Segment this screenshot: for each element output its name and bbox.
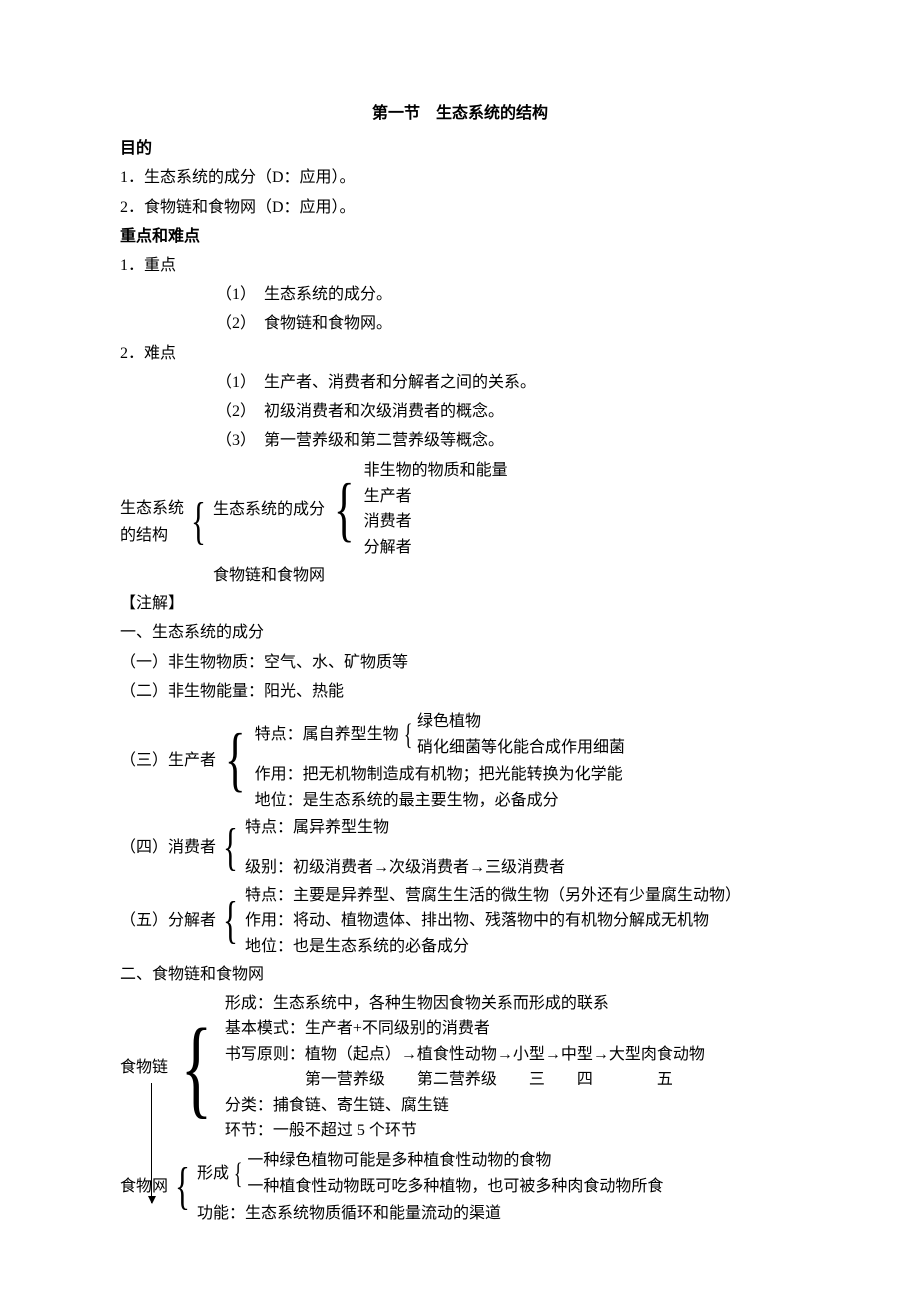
difficult-heading: 2．难点 (120, 340, 800, 367)
food-chain-rule-a: 书写原则：植物（起点）→植食性动物→小型→中型→大型肉食动物 (225, 1042, 705, 1068)
brace-icon: { (174, 1146, 191, 1227)
objective-1: 1．生态系统的成分（D：应用）。 (120, 164, 800, 191)
food-web-form-2: 一种植食性动物既可吃多种植物，也可被多种肉食动物所食 (247, 1174, 663, 1200)
structure-root-1: 生态系统 (120, 495, 184, 522)
brace-icon: { (402, 709, 413, 760)
brace-icon: { (190, 456, 207, 588)
producer-feature: 特点：属自养型生物 (255, 709, 399, 760)
objective-2: 2．食物链和食物网（D：应用）。 (120, 194, 800, 221)
producer-status: 地位：是生态系统的最主要生物，必备成分 (255, 788, 625, 814)
food-chain-types: 分类：捕食链、寄生链、腐生链 (225, 1093, 705, 1119)
brace-icon: { (222, 815, 239, 880)
brace-icon: { (333, 458, 356, 560)
structure-comp-4: 分解者 (364, 535, 508, 561)
structure-branch-2: 食物链和食物网 (213, 563, 508, 589)
structure-branch-1: 生态系统的成分 (213, 458, 325, 560)
brace-icon: { (224, 707, 247, 813)
food-web-form-label: 形成 (197, 1148, 229, 1199)
structure-comp-1: 非生物的物质和能量 (364, 458, 508, 484)
decomposer-label: （五）分解者 (120, 883, 216, 960)
consumer-levels: 级别：初级消费者→次级消费者→三级消费者 (245, 855, 565, 881)
producer-feature-1: 绿色植物 (417, 709, 625, 735)
food-web-function: 功能：生态系统物质循环和能量流动的渠道 (197, 1201, 663, 1227)
decomposer-feature: 特点：主要是异养型、营腐生生活的微生物（另外还有少量腐生动物） (245, 883, 741, 909)
heading-objectives: 目的 (120, 135, 800, 162)
structure-comp-2: 生产者 (364, 484, 508, 510)
difficult-2: （2） 初级消费者和次级消费者的概念。 (120, 398, 800, 425)
brace-icon: { (222, 883, 239, 960)
producer-feature-2: 硝化细菌等化能合成作用细菌 (417, 735, 625, 761)
consumer-block: （四）消费者 { 特点：属异养型生物 级别：初级消费者→次级消费者→三级消费者 (120, 815, 800, 880)
heading-key-difficult: 重点和难点 (120, 223, 800, 250)
key-point-2: （2） 食物链和食物网。 (120, 310, 800, 337)
key-point-1: （1） 生态系统的成分。 (120, 281, 800, 308)
food-chain-label: 食物链 (120, 991, 168, 1145)
difficult-3: （3） 第一营养级和第二营养级等概念。 (120, 427, 800, 454)
arrow-down-icon (151, 1083, 152, 1203)
decomposer-role: 作用：将动、植物遗体、排出物、残落物中的有机物分解成无机物 (245, 908, 741, 934)
consumer-feature: 特点：属异养型生物 (245, 815, 565, 841)
note-1: 一、生态系统的成分 (120, 619, 800, 646)
consumer-label: （四）消费者 (120, 815, 216, 880)
decomposer-status: 地位：也是生态系统的必备成分 (245, 934, 741, 960)
structure-diagram: 生态系统 的结构 { 生态系统的成分 { 非生物的物质和能量 生产者 消费者 分… (120, 456, 800, 588)
note-1-1: （一）非生物物质：空气、水、矿物质等 (120, 649, 800, 676)
food-web-label: 食物网 (120, 1146, 168, 1227)
difficult-1: （1） 生产者、消费者和分解者之间的关系。 (120, 369, 800, 396)
food-web-form-1: 一种绿色植物可能是多种植食性动物的食物 (247, 1148, 663, 1174)
food-chain-web-block: 食物链 { 形成：生态系统中，各种生物因食物关系而形成的联系 基本模式：生产者+… (120, 991, 800, 1227)
structure-comp-3: 消费者 (364, 509, 508, 535)
food-chain-links: 环节：一般不超过 5 个环节 (225, 1118, 705, 1144)
producer-block: （三）生产者 { 特点：属自养型生物 { 绿色植物 硝化细菌等化能合成作用细菌 … (120, 707, 800, 813)
food-chain-rule-b: 第一营养级 第二营养级 三 四 五 (225, 1067, 705, 1093)
note-heading: 【注解】 (120, 590, 800, 617)
brace-icon: { (233, 1148, 244, 1199)
key-point-heading: 1．重点 (120, 252, 800, 279)
brace-icon: { (179, 991, 213, 1145)
note-2: 二、食物链和食物网 (120, 961, 800, 988)
food-chain-form: 形成：生态系统中，各种生物因食物关系而形成的联系 (225, 991, 705, 1017)
note-1-2: （二）非生物能量：阳光、热能 (120, 678, 800, 705)
producer-label: （三）生产者 (120, 707, 216, 813)
structure-root-2: 的结构 (120, 522, 184, 549)
decomposer-block: （五）分解者 { 特点：主要是异养型、营腐生生活的微生物（另外还有少量腐生动物）… (120, 883, 800, 960)
food-chain-model: 基本模式：生产者+不同级别的消费者 (225, 1016, 705, 1042)
producer-role: 作用：把无机物制造成有机物；把光能转换为化学能 (255, 762, 625, 788)
page-title: 第一节 生态系统的结构 (120, 100, 800, 127)
